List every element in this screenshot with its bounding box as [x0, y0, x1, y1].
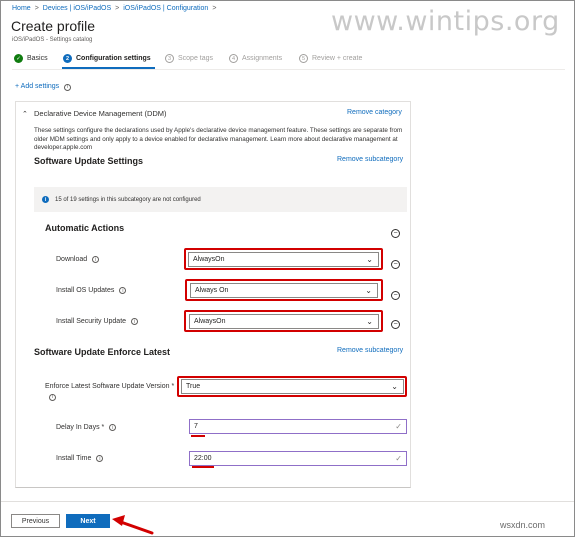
- step-basics[interactable]: ✓ Basics: [14, 54, 48, 63]
- info-icon[interactable]: i: [96, 455, 104, 462]
- delay-in-days-input[interactable]: 7 ✓: [189, 419, 407, 434]
- step-label: Review + create: [312, 55, 363, 62]
- breadcrumb-separator: >: [115, 5, 120, 12]
- footer-divider: [1, 501, 574, 502]
- setting-label-download: Download i: [56, 256, 100, 263]
- remove-setting-icon[interactable]: −: [391, 320, 400, 329]
- info-icon[interactable]: i: [64, 83, 72, 91]
- next-button[interactable]: Next: [66, 514, 110, 528]
- breadcrumb-devices[interactable]: Devices | iOS/iPadOS: [43, 5, 111, 12]
- highlight-box: [177, 376, 407, 397]
- breadcrumb-separator: >: [212, 5, 217, 12]
- install-time-input[interactable]: 22:00 ✓: [189, 451, 407, 466]
- step-review-create[interactable]: 5 Review + create: [299, 54, 362, 63]
- highlight-box: [184, 248, 383, 270]
- step-configuration-settings[interactable]: 2 Configuration settings: [63, 54, 151, 63]
- add-settings-label: + Add settings: [15, 83, 60, 90]
- breadcrumb-separator: >: [34, 5, 39, 12]
- setting-label-install-security-update: Install Security Update i: [56, 318, 139, 325]
- info-icon: i: [42, 196, 49, 203]
- add-settings-link[interactable]: + Add settings i: [15, 83, 72, 91]
- info-banner-text: 15 of 19 settings in this subcategory ar…: [55, 196, 201, 203]
- check-icon: ✓: [14, 54, 23, 63]
- setting-label-install-os-updates: Install OS Updates i: [56, 287, 127, 294]
- check-icon: ✓: [395, 422, 402, 431]
- steps-divider: [12, 69, 565, 70]
- step-number-icon: 2: [63, 54, 72, 63]
- breadcrumb: Home > Devices | iOS/iPadOS > iOS/iPadOS | C…: [12, 5, 220, 12]
- install-time-value: 22:00: [194, 455, 212, 462]
- setting-label-install-time: Install Time i: [56, 455, 104, 462]
- remove-setting-icon[interactable]: −: [391, 260, 400, 269]
- highlight-box: [185, 279, 383, 301]
- breadcrumb-home[interactable]: Home: [12, 5, 31, 12]
- annotation-arrow-icon: [112, 515, 154, 535]
- step-number-icon: 5: [299, 54, 308, 63]
- check-icon: ✓: [395, 454, 402, 463]
- remove-subcategory-link[interactable]: Remove subcategory: [337, 156, 403, 163]
- highlight-underline: [191, 435, 205, 437]
- software-update-heading: Software Update Settings: [34, 156, 144, 166]
- step-scope-tags[interactable]: 3 Scope tags: [165, 54, 213, 63]
- enforce-version-info: i: [49, 393, 56, 401]
- setting-label-text: Install Time: [56, 455, 92, 462]
- setting-label-text: Install Security Update: [56, 318, 127, 325]
- watermark: www.wintips.org: [331, 6, 560, 37]
- step-number-icon: 3: [165, 54, 174, 63]
- automatic-actions-heading: Automatic Actions: [45, 223, 125, 233]
- delay-in-days-value: 7: [194, 423, 198, 430]
- step-label: Scope tags: [178, 55, 214, 62]
- info-icon[interactable]: i: [49, 393, 56, 401]
- step-label: Assignments: [242, 55, 283, 62]
- remove-setting-icon[interactable]: −: [391, 291, 400, 300]
- info-icon[interactable]: i: [109, 424, 117, 431]
- step-label: Basics: [27, 55, 48, 62]
- info-icon[interactable]: i: [119, 287, 127, 294]
- setting-label-text: Delay In Days *: [56, 424, 105, 431]
- active-step-underline: [62, 67, 155, 69]
- chevron-up-icon[interactable]: ⌃: [22, 110, 28, 118]
- breadcrumb-configuration[interactable]: iOS/iPadOS | Configuration: [123, 5, 208, 12]
- setting-label-delay-in-days: Delay In Days * i: [56, 424, 117, 431]
- setting-label-text: Download: [56, 256, 88, 263]
- step-number-icon: 4: [229, 54, 238, 63]
- remove-subcategory-link[interactable]: Remove subcategory: [337, 347, 403, 354]
- info-banner: i 15 of 19 settings in this subcategory …: [34, 187, 407, 212]
- setting-label-text: Install OS Updates: [56, 287, 115, 294]
- previous-button[interactable]: Previous: [11, 514, 60, 528]
- source-mark: wsxdn.com: [500, 520, 546, 530]
- info-icon[interactable]: i: [92, 256, 100, 263]
- enforce-latest-heading: Software Update Enforce Latest: [34, 347, 171, 357]
- page-subtitle: iOS/iPadOS - Settings catalog: [12, 37, 93, 43]
- category-description: These settings configure the declaration…: [34, 127, 403, 151]
- step-assignments[interactable]: 4 Assignments: [229, 54, 282, 63]
- highlight-underline: [192, 466, 214, 468]
- setting-label-enforce-latest-version: Enforce Latest Software Update Version *: [45, 383, 175, 390]
- highlight-box: [184, 310, 383, 332]
- remove-category-link[interactable]: Remove category: [347, 109, 402, 116]
- collapse-group-icon[interactable]: −: [391, 229, 400, 238]
- step-label: Configuration settings: [76, 55, 151, 62]
- page-title: Create profile: [11, 18, 96, 34]
- info-icon[interactable]: i: [131, 318, 139, 325]
- category-title: Declarative Device Management (DDM): [34, 109, 167, 118]
